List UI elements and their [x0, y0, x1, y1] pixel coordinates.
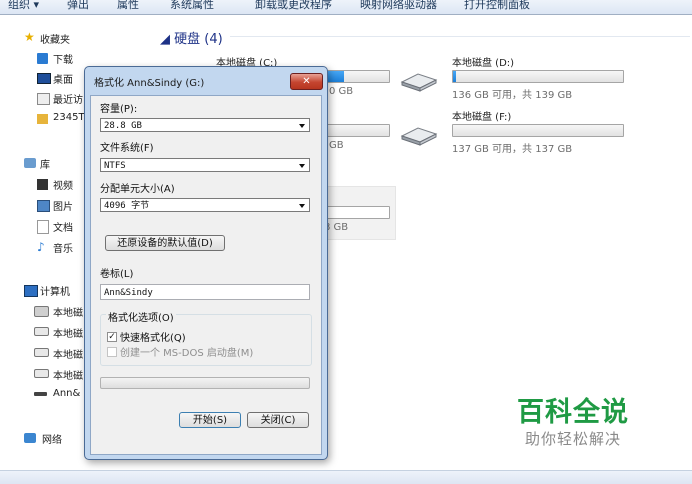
capacity-value: 28.8 GB	[104, 121, 142, 131]
quick-format-label: 快速格式化(Q)	[120, 333, 186, 344]
capacity-label: 容量(P):	[100, 104, 138, 115]
drive-c-usage-bar	[318, 70, 390, 83]
nav-videos[interactable]: 视频	[53, 177, 73, 193]
system-properties-button[interactable]: 系统属性	[170, 0, 214, 12]
allocation-value: 4096 字节	[104, 201, 150, 211]
nav-music[interactable]: 音乐	[53, 240, 73, 256]
msdos-disk-label: 创建一个 MS-DOS 启动盘(M)	[120, 348, 254, 359]
network-icon	[24, 433, 36, 443]
restore-defaults-button[interactable]: 还原设备的默认值(D)	[105, 235, 225, 251]
nav-downloads[interactable]: 下载	[53, 51, 73, 67]
documents-library-icon	[37, 220, 49, 234]
nav-documents[interactable]: 文档	[53, 219, 73, 235]
drive-d-name[interactable]: 本地磁盘 (D:)	[452, 54, 514, 69]
map-drive-button[interactable]: 映射网络驱动器	[360, 0, 437, 12]
filesystem-label: 文件系统(F)	[100, 143, 154, 154]
nav-2345[interactable]: 2345T	[53, 112, 85, 128]
nav-favorites[interactable]: 收藏夹	[40, 31, 70, 47]
chevron-down-icon	[299, 204, 305, 208]
filesystem-value: NTFS	[104, 161, 126, 171]
drive-icon	[34, 348, 49, 357]
properties-button[interactable]: 属性	[117, 0, 139, 12]
drive-icon	[34, 327, 49, 336]
video-library-icon	[37, 179, 48, 190]
usb-drive-icon	[34, 392, 47, 396]
check-icon: ✓	[108, 332, 116, 342]
watermark-subtitle: 助你轻松解决	[525, 430, 622, 448]
nav-pictures[interactable]: 图片	[53, 198, 73, 214]
group-header-hard-disks[interactable]: ◢ 硬盘 (4)	[160, 28, 223, 47]
drive-f-info: 137 GB 可用，共 137 GB	[452, 144, 573, 155]
format-options-label: 格式化选项(O)	[106, 309, 176, 324]
nav-libraries[interactable]: 库	[40, 156, 50, 172]
drive-e-usage-bar	[318, 124, 390, 137]
desktop-icon	[37, 73, 51, 84]
library-icon	[24, 158, 36, 168]
computer-icon	[24, 285, 38, 297]
nav-recent[interactable]: 最近访	[53, 91, 83, 107]
volume-label-input[interactable]: Ann&Sindy	[100, 284, 310, 300]
volume-label: 卷标(L)	[100, 269, 134, 280]
status-bar	[0, 470, 692, 484]
nav-computer[interactable]: 计算机	[40, 283, 70, 299]
close-button[interactable]: 关闭(C)	[247, 412, 309, 428]
allocation-label: 分配单元大小(A)	[100, 184, 175, 195]
chevron-down-icon	[299, 124, 305, 128]
allocation-select[interactable]: 4096 字节	[100, 198, 310, 212]
star-icon: ★	[24, 30, 35, 44]
msdos-disk-checkbox[interactable]	[107, 347, 117, 357]
dialog-title: 格式化 Ann&Sindy (G:)	[94, 78, 205, 89]
capacity-select[interactable]: 28.8 GB	[100, 118, 310, 132]
quick-format-checkbox[interactable]: ✓	[107, 332, 117, 342]
drive-icon	[34, 369, 49, 378]
organize-menu[interactable]: 组织 ▾	[8, 0, 39, 12]
close-icon[interactable]: ✕	[290, 73, 323, 90]
drive-f-name[interactable]: 本地磁盘 (F:)	[452, 108, 511, 123]
command-toolbar: 组织 ▾ 弹出 属性 系统属性 卸载或更改程序 映射网络驱动器 打开控制面板	[0, 0, 692, 15]
drive-g-usage-bar	[318, 206, 390, 219]
folder-icon	[37, 114, 48, 124]
filesystem-select[interactable]: NTFS	[100, 158, 310, 172]
pictures-library-icon	[37, 200, 50, 212]
drive-d-usage-bar	[452, 70, 624, 83]
uninstall-button[interactable]: 卸载或更改程序	[255, 0, 332, 12]
watermark-title: 百科全说	[517, 397, 629, 428]
format-progress-bar	[100, 377, 310, 389]
drive-c-info: 0 GB	[329, 86, 354, 97]
music-library-icon: ♪	[37, 240, 45, 254]
drive-e-info: GB	[329, 140, 344, 151]
nav-desktop[interactable]: 桌面	[53, 71, 73, 87]
download-folder-icon	[37, 53, 48, 64]
drive-f-usage-bar	[452, 124, 624, 137]
drive-icon	[34, 306, 49, 317]
format-dialog: 格式化 Ann&Sindy (G:) ✕ 容量(P): 28.8 GB 文件系统…	[84, 66, 328, 460]
hard-disk-icon	[400, 73, 438, 92]
chevron-down-icon	[299, 164, 305, 168]
eject-button[interactable]: 弹出	[67, 0, 89, 12]
start-button[interactable]: 开始(S)	[179, 412, 241, 428]
drive-d-info: 136 GB 可用，共 139 GB	[452, 90, 573, 101]
navigation-pane: ★ 收藏夹 下载 桌面 最近访 2345T 库 视频 图片 文档 ♪ 音乐 计算…	[0, 15, 89, 453]
dialog-body: 容量(P): 28.8 GB 文件系统(F) NTFS 分配单元大小(A) 40…	[90, 95, 322, 455]
hard-disk-icon	[400, 127, 438, 146]
nav-network[interactable]: 网络	[42, 431, 62, 447]
recent-places-icon	[37, 93, 50, 105]
group-divider	[230, 36, 690, 37]
drive-d-usage-fill	[453, 71, 457, 82]
control-panel-button[interactable]: 打开控制面板	[464, 0, 530, 12]
watermark: 百科全说 助你轻松解决	[509, 372, 667, 458]
